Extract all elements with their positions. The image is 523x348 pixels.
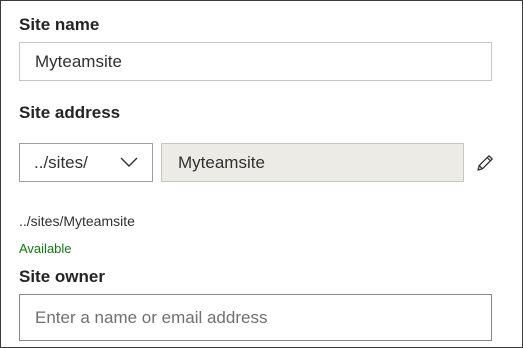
site-address-field: Myteamsite (161, 143, 464, 182)
site-address-value: Myteamsite (178, 152, 265, 172)
chevron-down-icon (120, 157, 138, 167)
create-site-panel: Site name Site address ../sites/ Myteams… (0, 0, 523, 348)
site-full-path: ../sites/Myteamsite (19, 213, 135, 229)
site-name-field[interactable] (19, 42, 492, 81)
site-path-dropdown-value: ../sites/ (34, 152, 88, 172)
site-address-label: Site address (19, 103, 121, 122)
site-owner-label: Site owner (19, 267, 105, 286)
site-owner-field[interactable] (19, 294, 492, 341)
pencil-icon[interactable] (475, 153, 495, 173)
site-name-input[interactable] (35, 51, 491, 72)
site-name-label: Site name (19, 15, 100, 34)
site-owner-input[interactable] (35, 307, 491, 328)
site-path-dropdown[interactable]: ../sites/ (19, 143, 153, 182)
availability-status: Available (19, 241, 72, 256)
